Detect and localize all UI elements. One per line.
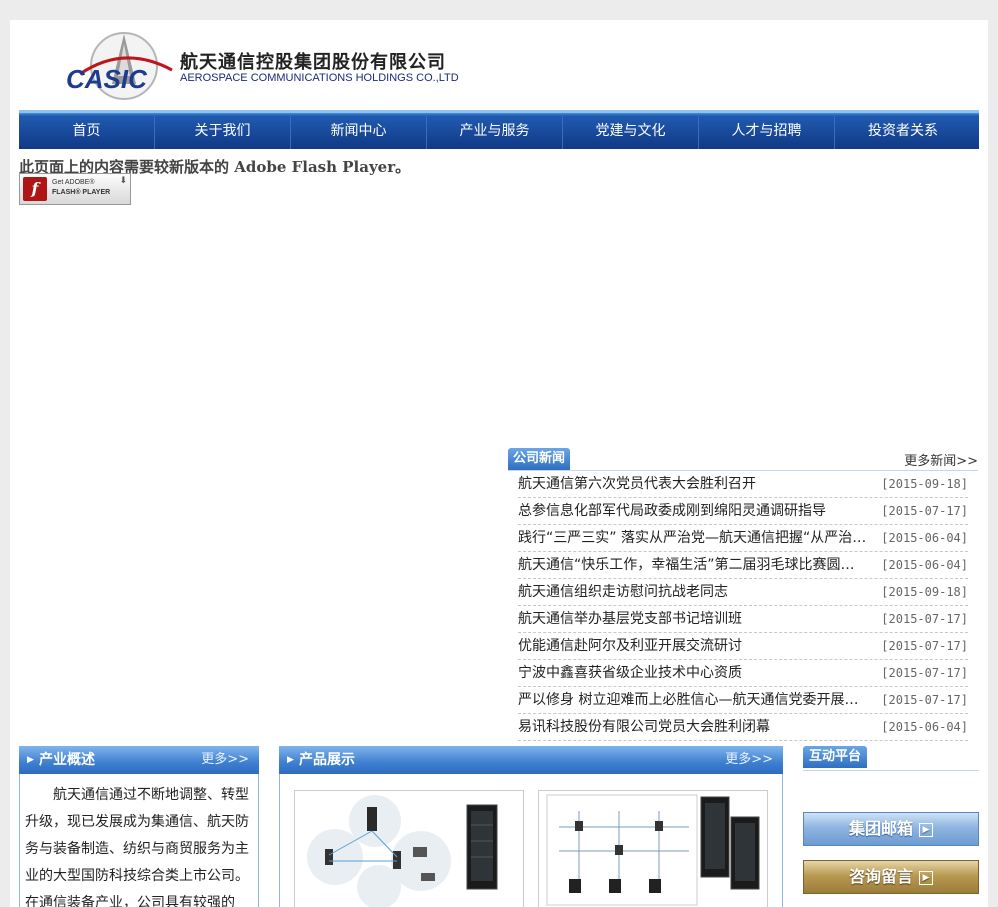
news-item[interactable]: 航天通信“快乐工作，幸福生活”第二届羽毛球比赛圆满落幕 [2015-06-04] (518, 552, 968, 579)
news-item-title[interactable]: 航天通信举办基层党支部书记培训班 (518, 606, 868, 632)
overview-body: 航天通信通过不断地调整、转型升级，现已发展成为集通信、航天防务与装备制造、纺织与… (19, 774, 259, 907)
products-header: ▶ 产品展示 更多>> (279, 746, 783, 774)
overview-title: 产业概述 (39, 752, 95, 768)
news-item-title[interactable]: 航天通信第六次党员代表大会胜利召开 (518, 471, 868, 497)
news-item[interactable]: 航天通信举办基层党支部书记培训班 [2015-07-17] (518, 606, 968, 633)
download-arrow-icon: ⬇ (119, 176, 127, 186)
group-mailbox-button[interactable]: 集团邮箱 ▶ (803, 812, 979, 846)
flash-icon: f (23, 177, 47, 201)
nav-item-industry[interactable]: 产业与服务 (427, 113, 563, 149)
logo-text: CASIC (66, 64, 148, 94)
get-flash-player-button[interactable]: f Get ADOBE® FLASH® PLAYER ⬇ (19, 173, 131, 205)
news-title: 公司新闻 (508, 448, 571, 470)
page: CASIC 航天通信控股集团股份有限公司 AEROSPACE COMMUNICA… (10, 20, 988, 907)
casic-logo-icon: CASIC (66, 32, 173, 100)
news-item[interactable]: 易讯科技股份有限公司党员大会胜利闭幕 [2015-06-04] (518, 714, 968, 741)
news-item[interactable]: 严以修身 树立迎难而上必胜信心—航天通信党委开展专题学习 [2015-07-17] (518, 687, 968, 714)
system-topology-image (546, 794, 760, 906)
main-nav: 首页 关于我们 新闻中心 产业与服务 党建与文化 人才与招聘 投资者关系 (19, 110, 979, 149)
news-item-date: [2015-07-17] (881, 639, 968, 653)
products-title: 产品展示 (299, 752, 355, 768)
product-image-2[interactable] (538, 790, 768, 907)
triangle-right-icon: ▶ (287, 755, 294, 765)
news-item-date: [2015-07-17] (881, 612, 968, 626)
more-news-link[interactable]: 更多新闻>> (904, 450, 978, 469)
group-mailbox-label: 集团邮箱 (848, 819, 913, 838)
consult-message-label: 咨询留言 (848, 867, 913, 886)
overview-more-link[interactable]: 更多>> (201, 746, 249, 774)
news-item-title[interactable]: 严以修身 树立迎难而上必胜信心—航天通信党委开展专题学习 (518, 687, 868, 713)
nav-item-careers[interactable]: 人才与招聘 (699, 113, 835, 149)
flash-badge-line2: FLASH® PLAYER (52, 189, 111, 196)
news-item-date: [2015-07-17] (881, 693, 968, 707)
nav-item-investors[interactable]: 投资者关系 (835, 113, 971, 149)
nav-item-home[interactable]: 首页 (19, 113, 155, 149)
arrow-right-icon: ▶ (919, 822, 933, 837)
news-item-date: [2015-07-17] (881, 666, 968, 680)
news-item[interactable]: 航天通信组织走访慰问抗战老同志 [2015-09-18] (518, 579, 968, 606)
network-diagram-image (307, 795, 498, 907)
news-item-title[interactable]: 航天通信组织走访慰问抗战老同志 (518, 579, 868, 605)
platform-title: 互动平台 (803, 746, 868, 768)
company-name-en: AEROSPACE COMMUNICATIONS HOLDINGS CO.,LT… (180, 72, 459, 84)
arrow-right-icon: ▶ (919, 870, 933, 885)
news-item-title[interactable]: 优能通信赴阿尔及利亚开展交流研讨 (518, 633, 868, 659)
platform-header: 互动平台 (803, 746, 979, 771)
overview-header: ▶ 产业概述 更多>> (19, 746, 259, 774)
nav-item-news[interactable]: 新闻中心 (291, 113, 427, 149)
news-item[interactable]: 航天通信第六次党员代表大会胜利召开 [2015-09-18] (518, 471, 968, 498)
company-name-cn: 航天通信控股集团股份有限公司 (180, 52, 446, 73)
news-item-title[interactable]: 总参信息化部军代局政委成刚到绵阳灵通调研指导 (518, 498, 868, 524)
news-item-title[interactable]: 践行“三严三实” 落实从严治党—航天通信把握“从严治党” (518, 525, 868, 551)
news-item-date: [2015-06-04] (881, 720, 968, 734)
news-item[interactable]: 优能通信赴阿尔及利亚开展交流研讨 [2015-07-17] (518, 633, 968, 660)
triangle-right-icon: ▶ (27, 755, 34, 765)
news-item-title[interactable]: 航天通信“快乐工作，幸福生活”第二届羽毛球比赛圆满落幕 (518, 552, 868, 578)
news-header: 公司新闻 更多新闻>> (508, 448, 978, 471)
news-item-date: [2015-06-04] (881, 558, 968, 572)
products-body (279, 774, 783, 907)
product-image-1[interactable] (294, 790, 524, 907)
news-item-date: [2015-09-18] (881, 585, 968, 599)
company-news-panel: 公司新闻 更多新闻>> 航天通信第六次党员代表大会胜利召开 [2015-09-18… (508, 448, 978, 748)
overview-text: 航天通信通过不断地调整、转型升级，现已发展成为集通信、航天防务与装备制造、纺织与… (25, 787, 249, 907)
flash-badge-line1: Get ADOBE® (52, 179, 95, 186)
news-item[interactable]: 总参信息化部军代局政委成刚到绵阳灵通调研指导 [2015-07-17] (518, 498, 968, 525)
news-item-date: [2015-09-18] (881, 477, 968, 491)
news-item[interactable]: 宁波中鑫喜获省级企业技术中心资质 [2015-07-17] (518, 660, 968, 687)
news-item[interactable]: 践行“三严三实” 落实从严治党—航天通信把握“从严治党” [2015-06-04] (518, 525, 968, 552)
news-item-date: [2015-07-17] (881, 504, 968, 518)
news-item-date: [2015-06-04] (881, 531, 968, 545)
news-item-title[interactable]: 宁波中鑫喜获省级企业技术中心资质 (518, 660, 868, 686)
products-more-link[interactable]: 更多>> (725, 746, 773, 774)
news-item-title[interactable]: 易讯科技股份有限公司党员大会胜利闭幕 (518, 714, 868, 740)
company-logo[interactable]: CASIC 航天通信控股集团股份有限公司 AEROSPACE COMMUNICA… (62, 30, 492, 105)
consult-message-button[interactable]: 咨询留言 ▶ (803, 860, 979, 894)
nav-item-party[interactable]: 党建与文化 (563, 113, 699, 149)
nav-item-about[interactable]: 关于我们 (155, 113, 291, 149)
